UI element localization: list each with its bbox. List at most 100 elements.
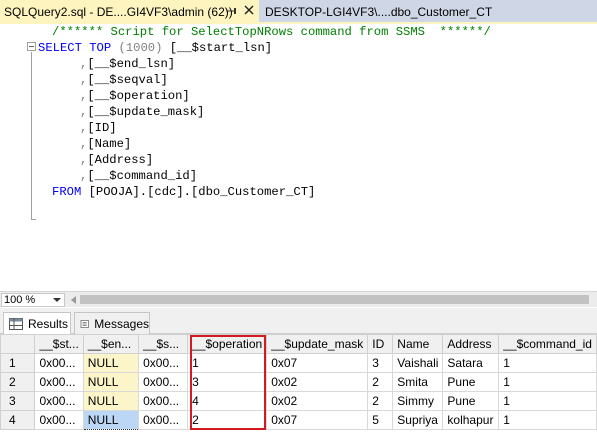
column-header[interactable]: __$update_mask — [266, 334, 369, 354]
select-keyword: SELECT — [38, 41, 82, 55]
table-cell[interactable]: Satara — [442, 353, 500, 373]
header-row: __$st... __$en... __$s... __$operation _… — [0, 334, 597, 354]
column-ref: [Name] — [87, 137, 132, 151]
column-ref: [ID] — [87, 121, 117, 135]
outline-guide — [31, 52, 32, 220]
table-cell[interactable]: Pune — [442, 372, 500, 392]
column-ref: [__$seqval] — [87, 73, 168, 87]
table-cell[interactable]: 3 — [367, 353, 394, 373]
results-grid-icon — [9, 318, 23, 330]
tab-messages[interactable]: Messages — [74, 312, 150, 334]
column-header[interactable]: __$operation — [187, 334, 268, 354]
query-editor[interactable]: /****** Script for SelectTopNRows comman… — [0, 24, 597, 291]
table-cell[interactable]: 2 — [367, 391, 394, 411]
tab-results-label: Results — [28, 317, 69, 331]
table-cell[interactable]: 0x00... — [138, 410, 189, 430]
top-keyword: TOP — [89, 41, 112, 55]
code-column-line: ,[__$end_lsn] — [80, 57, 176, 71]
active-table-cell[interactable]: NULL — [82, 410, 140, 430]
from-keyword: FROM — [52, 185, 82, 199]
code-from-line: FROM [POOJA].[cdc].[dbo_Customer_CT] — [52, 184, 315, 200]
pin-icon[interactable] — [226, 5, 238, 17]
table-cell[interactable]: NULL — [82, 372, 140, 392]
code-column-line: ,[__$seqval] — [80, 73, 168, 87]
code-column-line: ,[ID] — [80, 121, 117, 135]
table-cell[interactable]: 1 — [498, 410, 597, 430]
column-ref: [Address] — [87, 153, 154, 167]
table-cell[interactable]: 0x02 — [266, 391, 369, 411]
column-header[interactable]: __$st... — [34, 334, 84, 354]
first-column: [__$start_lsn] — [169, 41, 273, 55]
tab-sqlquery2[interactable]: SQLQuery2.sql - DE....GI4VF3\admin (62)) — [0, 0, 259, 23]
tab-messages-label: Messages — [94, 316, 149, 331]
column-header[interactable]: ID — [367, 334, 394, 354]
zoom-dropdown[interactable]: 100 % — [1, 293, 65, 307]
table-cell[interactable]: 0x00... — [138, 353, 189, 373]
tab-results[interactable]: Results — [3, 312, 71, 335]
messages-icon — [80, 319, 89, 328]
table-cell[interactable]: kolhapur — [442, 410, 500, 430]
table-cell[interactable]: 3 — [187, 372, 268, 392]
table-cell[interactable]: 0x00... — [138, 372, 189, 392]
row-number[interactable]: 1 — [0, 353, 36, 373]
results-tab-strip: Results Messages — [0, 308, 597, 335]
zoom-bar: 100 % — [0, 291, 597, 307]
table-cell[interactable]: 1 — [498, 353, 597, 373]
column-header[interactable]: __$s... — [138, 334, 189, 354]
table-cell[interactable]: 0x02 — [266, 372, 369, 392]
code-column-line: ,[__$operation] — [80, 89, 190, 103]
table-row: 1 0x00... NULL 0x00... 1 0x07 3 Vaishali… — [0, 353, 597, 373]
results-table: __$st... __$en... __$s... __$operation _… — [0, 334, 597, 430]
table-cell[interactable]: 0x00... — [138, 391, 189, 411]
code-comment-line: /****** Script for SelectTopNRows comman… — [52, 25, 491, 39]
table-cell[interactable]: 0x00... — [34, 353, 84, 373]
table-cell[interactable]: Vaishali — [392, 353, 444, 373]
row-number[interactable]: 3 — [0, 391, 36, 411]
table-cell[interactable]: Smita — [392, 372, 444, 392]
tab-dbo-customer-ct-label: DESKTOP-LGI4VF3\....dbo_Customer_CT — [265, 4, 493, 19]
code-column-line: ,[Address] — [80, 153, 154, 167]
column-ref: [__$end_lsn] — [87, 57, 176, 71]
table-cell[interactable]: 0x07 — [266, 410, 369, 430]
table-cell[interactable]: Supriya — [392, 410, 444, 430]
row-number[interactable]: 2 — [0, 372, 36, 392]
top-count: (1000) — [118, 41, 163, 55]
table-cell[interactable]: NULL — [82, 391, 140, 411]
document-tab-strip: SQLQuery2.sql - DE....GI4VF3\admin (62))… — [0, 0, 597, 24]
column-header[interactable]: Name — [392, 334, 444, 354]
table-cell[interactable]: 1 — [187, 353, 268, 373]
table-cell[interactable]: 1 — [498, 391, 597, 411]
tab-sqlquery2-label: SQLQuery2.sql - DE....GI4VF3\admin (62)) — [4, 4, 233, 19]
tab-dbo-customer-ct[interactable]: DESKTOP-LGI4VF3\....dbo_Customer_CT — [262, 0, 562, 23]
column-header[interactable]: __$command_id — [498, 334, 597, 354]
zoom-value: 100 % — [4, 294, 36, 306]
scroll-left-icon[interactable] — [71, 296, 76, 304]
code-column-line: ,[Name] — [80, 137, 132, 151]
table-cell[interactable]: 0x00... — [34, 391, 84, 411]
chevron-down-icon — [53, 298, 61, 302]
table-cell[interactable]: 0x00... — [34, 372, 84, 392]
code-select-line: SELECT TOP (1000) [__$start_lsn] — [38, 40, 272, 56]
row-number[interactable]: 4 — [0, 410, 36, 430]
table-cell[interactable]: Simmy — [392, 391, 444, 411]
code-column-line: ,[__$update_mask] — [80, 105, 205, 119]
table-cell[interactable]: Pune — [442, 391, 500, 411]
table-cell[interactable]: 4 — [187, 391, 268, 411]
table-cell[interactable]: 5 — [367, 410, 394, 430]
column-header[interactable]: __$en... — [82, 334, 140, 354]
table-cell[interactable]: 0x00... — [34, 410, 84, 430]
column-header[interactable]: Address — [442, 334, 500, 354]
column-ref: [__$update_mask] — [87, 105, 205, 119]
horizontal-scrollbar-thumb[interactable] — [80, 295, 589, 304]
results-grid[interactable]: __$st... __$en... __$s... __$operation _… — [0, 334, 597, 436]
corner-header[interactable] — [0, 334, 36, 354]
table-row: 3 0x00... NULL 0x00... 4 0x02 2 Simmy Pu… — [0, 391, 597, 411]
collapse-icon[interactable] — [27, 42, 36, 51]
close-icon[interactable] — [243, 4, 255, 16]
table-cell[interactable]: 1 — [498, 372, 597, 392]
table-cell[interactable]: 2 — [187, 410, 268, 430]
table-cell[interactable]: 0x07 — [266, 353, 369, 373]
table-cell[interactable]: NULL — [82, 353, 140, 373]
outline-guide-end — [31, 219, 36, 220]
table-cell[interactable]: 2 — [367, 372, 394, 392]
